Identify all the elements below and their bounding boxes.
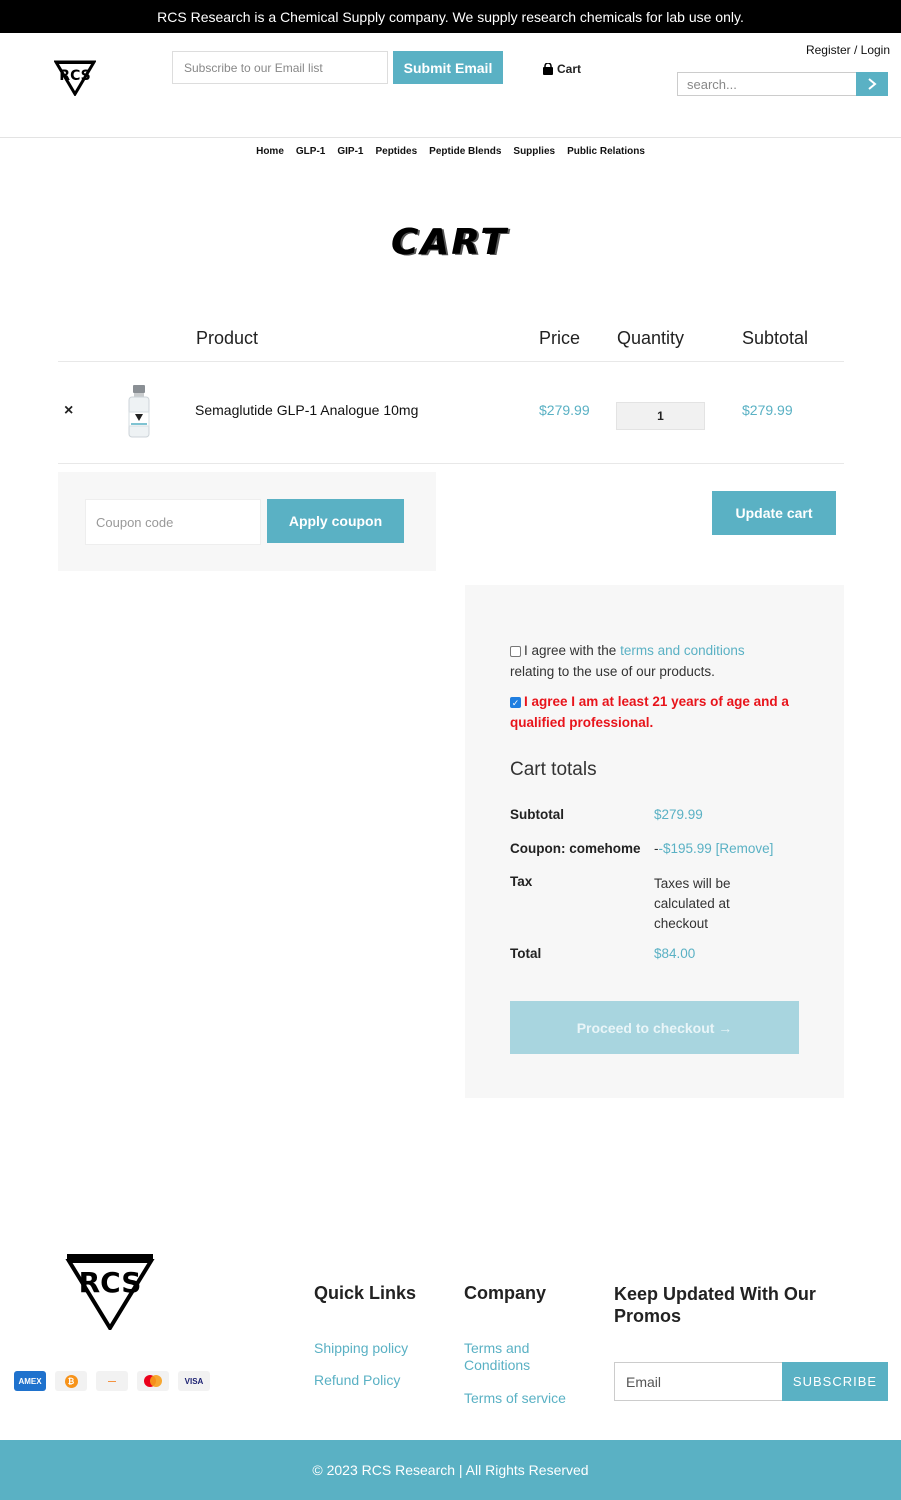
- nav-item-public-relations[interactable]: Public Relations: [567, 146, 645, 162]
- terms-of-service-link[interactable]: Terms of service: [464, 1390, 566, 1407]
- remove-coupon-link[interactable]: [Remove]: [716, 841, 774, 856]
- subtotal-value: $279.99: [654, 807, 703, 822]
- subtotal-label: Subtotal: [510, 807, 564, 822]
- coupon-row: --$195.99 [Remove]: [654, 841, 774, 856]
- column-header-quantity: Quantity: [617, 328, 685, 348]
- nav-item-peptides[interactable]: Peptides: [375, 146, 417, 162]
- subscribe-button[interactable]: SUBSCRIBE: [782, 1362, 888, 1401]
- product-thumbnail[interactable]: [124, 384, 154, 440]
- quantity-input[interactable]: 1: [616, 402, 705, 430]
- discover-icon: —: [96, 1371, 128, 1391]
- product-name-link[interactable]: Semaglutide GLP-1 Analogue 10mg: [195, 402, 418, 418]
- register-login-link[interactable]: Register / Login: [790, 43, 890, 57]
- page-title: CART: [392, 222, 509, 263]
- product-subtotal: $279.99: [742, 402, 793, 418]
- tax-value: Taxes will be calculated at checkout: [654, 876, 731, 931]
- cart-link[interactable]: Cart: [542, 60, 581, 78]
- bitcoin-icon: ₿: [55, 1371, 87, 1391]
- product-price: $279.99: [539, 402, 590, 418]
- proceed-to-checkout-button[interactable]: Proceed to checkout →: [510, 1001, 799, 1054]
- nav-item-supplies[interactable]: Supplies: [513, 146, 555, 162]
- refund-policy-link[interactable]: Refund Policy: [314, 1372, 400, 1389]
- announcement-text: RCS Research is a Chemical Supply compan…: [157, 8, 744, 25]
- svg-text:RCS: RCS: [79, 1266, 142, 1299]
- promos-heading: Keep Updated With Our Promos: [614, 1284, 816, 1326]
- copyright-text: © 2023 RCS Research | All Rights Reserve…: [312, 1462, 589, 1478]
- coupon-label: Coupon: comehome: [510, 841, 641, 856]
- search-input[interactable]: search...: [677, 72, 857, 96]
- column-header-subtotal: Subtotal: [742, 328, 809, 348]
- terms-link[interactable]: terms and conditions: [620, 643, 745, 658]
- company-heading: Company: [464, 1283, 547, 1303]
- terms-agreement: I agree with the terms and conditions re…: [510, 643, 745, 679]
- table-divider: [58, 361, 844, 362]
- amex-icon: AMEX: [14, 1371, 46, 1391]
- footer-email-input[interactable]: Email: [614, 1362, 784, 1401]
- svg-text:RCS: RCS: [59, 68, 90, 84]
- terms-and-conditions-link[interactable]: Terms and Conditions: [464, 1340, 554, 1374]
- search-button[interactable]: [856, 72, 888, 96]
- mastercard-icon: [137, 1371, 169, 1391]
- total-value: $84.00: [654, 946, 696, 961]
- cart-totals-title: Cart totals: [510, 759, 597, 780]
- nav-item-glp1[interactable]: GLP-1: [296, 146, 325, 162]
- update-cart-button[interactable]: Update cart: [712, 491, 836, 535]
- visa-icon: VISA: [178, 1371, 210, 1391]
- nav-item-gip1[interactable]: GIP-1: [337, 146, 363, 162]
- header-divider: [0, 137, 901, 138]
- nav-item-home[interactable]: Home: [256, 146, 284, 162]
- coupon-discount-value: -$195.99: [658, 841, 712, 856]
- apply-coupon-button[interactable]: Apply coupon: [267, 499, 404, 543]
- copyright-bar: © 2023 RCS Research | All Rights Reserve…: [0, 1440, 901, 1500]
- bag-icon: [543, 63, 553, 75]
- submit-email-button[interactable]: Submit Email: [393, 51, 503, 84]
- site-logo[interactable]: RCS: [53, 58, 97, 97]
- footer-logo[interactable]: RCS: [65, 1252, 155, 1332]
- remove-item-button[interactable]: ×: [64, 402, 73, 420]
- newsletter-email-input[interactable]: Subscribe to our Email list: [172, 51, 388, 84]
- announcement-bar: RCS Research is a Chemical Supply compan…: [0, 0, 901, 33]
- quick-links-heading: Quick Links: [314, 1283, 417, 1303]
- chevron-right-icon: [868, 78, 877, 90]
- tax-label: Tax: [510, 874, 533, 889]
- age-agreement: ✓ I agree I am at least 21 years of age a…: [510, 694, 789, 730]
- nav-item-peptide-blends[interactable]: Peptide Blends: [429, 146, 501, 162]
- shipping-policy-link[interactable]: Shipping policy: [314, 1340, 408, 1357]
- coupon-code-input[interactable]: Coupon code: [85, 499, 261, 545]
- payment-icons: AMEX ₿ — VISA: [14, 1371, 210, 1391]
- table-divider: [58, 463, 844, 464]
- age-checkbox[interactable]: ✓: [510, 696, 521, 708]
- total-label: Total: [510, 946, 542, 961]
- main-nav: Home GLP-1 GIP-1 Peptides Peptide Blends…: [0, 146, 901, 162]
- terms-checkbox[interactable]: [510, 645, 521, 657]
- column-header-price: Price: [539, 328, 581, 348]
- column-header-product: Product: [196, 328, 259, 348]
